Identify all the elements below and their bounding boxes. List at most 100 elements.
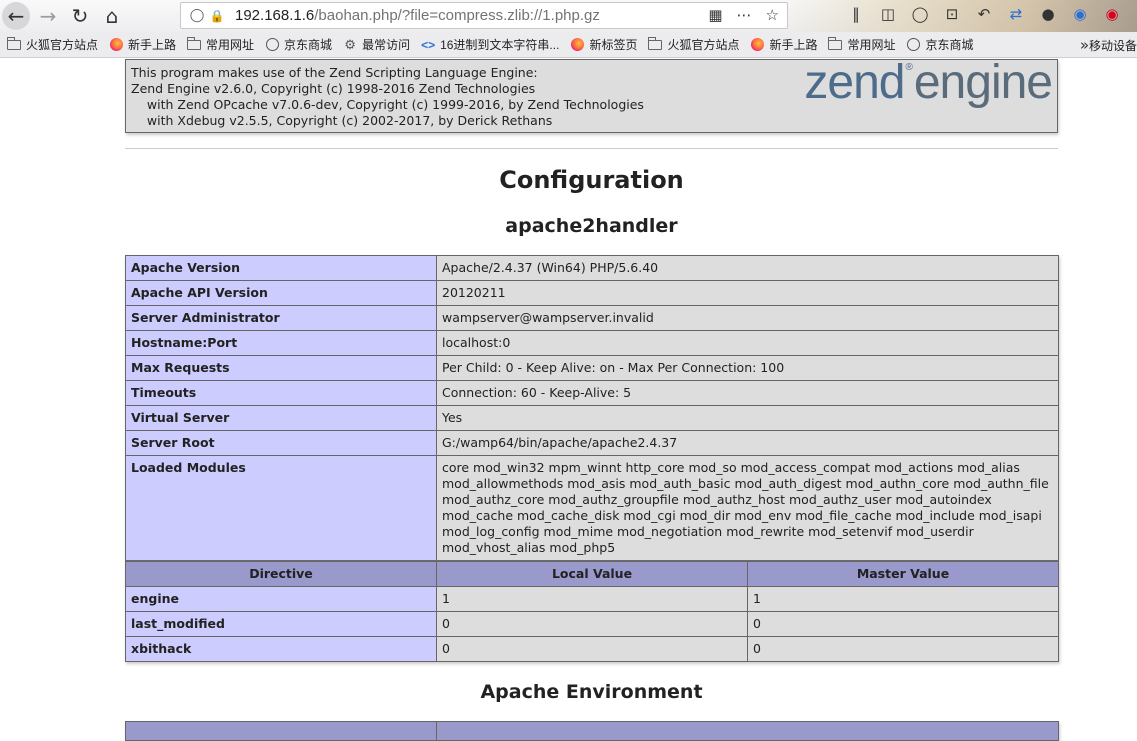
bookmark-item[interactable]: 新手上路 — [749, 36, 817, 53]
more-actions-icon[interactable]: ⋯ — [737, 6, 752, 24]
globe-icon — [264, 38, 280, 52]
heading-configuration: Configuration — [499, 166, 684, 194]
bookmark-label: 新手上路 — [128, 38, 177, 52]
sync-icon[interactable]: ◯ — [910, 5, 930, 23]
url-actions: ▦ ⋯ ☆ — [708, 6, 779, 24]
bookmark-item[interactable]: <> 16进制到文本字符串... — [420, 36, 559, 53]
reload-button[interactable]: ↻ — [66, 2, 94, 30]
shield-icon[interactable]: ◯ — [187, 8, 207, 23]
qr-code-icon[interactable]: ▦ — [708, 6, 722, 24]
setting-name: Server Administrator — [125, 305, 437, 331]
zend-line: This program makes use of the Zend Scrip… — [131, 65, 538, 80]
table-row: last_modified 0 0 — [125, 611, 1059, 637]
setting-value: 20120211 — [436, 280, 1059, 306]
table-row: Apache API Version 20120211 — [125, 280, 1059, 306]
setting-name: Timeouts — [125, 380, 437, 406]
setting-name: Loaded Modules — [125, 455, 437, 561]
globe-icon — [906, 38, 922, 52]
table-row: Apache Version Apache/2.4.37 (Win64) PHP/… — [125, 255, 1059, 281]
bookmark-item[interactable]: 常用网址 — [827, 36, 896, 53]
folder-icon — [6, 36, 22, 52]
zend-line: Zend Engine v2.6.0, Copyright (c) 1998-2… — [131, 81, 536, 96]
library-icon[interactable]: ‖ — [846, 5, 866, 23]
back-button[interactable]: ← — [2, 2, 30, 30]
extension-icon-3[interactable]: ◉ — [1102, 5, 1122, 23]
bookmark-mobile[interactable]: 移动设备 — [1089, 37, 1137, 54]
logo-zend: zend — [804, 56, 905, 109]
bookmark-item[interactable]: 火狐官方站点 — [6, 36, 98, 53]
url-host: 192.168.1.6 — [235, 7, 315, 24]
crop-icon[interactable]: ⊡ — [942, 5, 962, 23]
bookmark-label: 京东商城 — [925, 38, 974, 52]
setting-name: Apache API Version — [125, 280, 437, 306]
url-path: /baohan.php/?file=compress.zlib://1.php.… — [314, 7, 600, 24]
bookmark-label: 新标签页 — [589, 38, 638, 52]
bookmark-item[interactable]: 常用网址 — [186, 36, 254, 53]
column-header: Directive — [125, 561, 437, 587]
setting-value: Connection: 60 - Keep-Alive: 5 — [436, 380, 1059, 406]
table-row: Max Requests Per Child: 0 - Keep Alive: o… — [125, 355, 1059, 381]
bookmark-star-icon[interactable]: ☆ — [766, 6, 779, 24]
bookmark-item[interactable]: ⚙ 最常访问 — [342, 36, 410, 53]
column-header-partial — [125, 721, 437, 741]
bookmark-label: 新手上路 — [769, 38, 818, 52]
setting-name: Apache Version — [125, 255, 437, 281]
heading-apache2handler: apache2handler — [505, 215, 678, 237]
reload-icon: ↻ — [71, 4, 89, 28]
master-value: 0 — [747, 636, 1059, 662]
url-text[interactable]: 192.168.1.6/baohan.php/?file=compress.zl… — [235, 7, 600, 24]
insecure-lock-icon[interactable]: 🔒 — [207, 9, 227, 23]
setting-name: Server Root — [125, 430, 437, 456]
directive-table: Directive Local Value Master Value engin… — [125, 561, 1059, 662]
bookmarks-overflow-icon[interactable]: » — [1080, 36, 1089, 54]
setting-value: Apache/2.4.37 (Win64) PHP/5.6.40 — [436, 255, 1059, 281]
sidebar-icon[interactable]: ◫ — [878, 5, 898, 23]
bookmark-item[interactable]: 京东商城 — [264, 36, 332, 53]
registered-icon: ® — [905, 62, 912, 73]
heading-apache-environment: Apache Environment — [480, 681, 703, 703]
bookmark-item[interactable]: 京东商城 — [906, 36, 974, 53]
table-row: Virtual Server Yes — [125, 405, 1059, 431]
bookmarks-bar: 火狐官方站点 新手上路 常用网址 京东商城 ⚙ 最常访问 <> 16进制到文本字符串... 新标… — [0, 32, 1137, 58]
setting-value: Yes — [436, 405, 1059, 431]
setting-name: Max Requests — [125, 355, 437, 381]
setting-value: core mod_win32 mpm_winnt http_core mod_s… — [436, 455, 1059, 561]
divider — [125, 148, 1058, 149]
table-row — [125, 721, 1059, 741]
extension-icon-2[interactable]: ◉ — [1070, 5, 1090, 23]
bookmark-item[interactable]: 火狐官方站点 — [647, 36, 739, 53]
bookmark-label: 最常访问 — [362, 38, 411, 52]
gear-icon: ⚙ — [344, 36, 356, 52]
column-header: Local Value — [436, 561, 748, 587]
local-value: 1 — [436, 586, 748, 612]
bookmark-label: 16进制到文本字符串... — [440, 38, 560, 52]
repeat-icon[interactable]: ⇄ — [1006, 5, 1026, 23]
back-arrow-icon: ← — [7, 4, 25, 28]
bookmark-label: 京东商城 — [284, 38, 333, 52]
code-icon: <> — [421, 37, 436, 52]
bookmark-item[interactable]: 新标签页 — [569, 36, 637, 53]
folder-icon — [186, 36, 202, 52]
undo-icon[interactable]: ↶ — [974, 5, 994, 23]
bookmark-label: 常用网址 — [847, 38, 896, 52]
column-header: Master Value — [747, 561, 1059, 587]
setting-name: Virtual Server — [125, 405, 437, 431]
forward-button[interactable]: → — [34, 2, 62, 30]
directive-header-row: Directive Local Value Master Value — [125, 561, 1059, 587]
browser-toolbar: ← → ↻ ⌂ ◯ 🔒 192.168.1.6/baohan.php/?file… — [0, 0, 1137, 58]
home-button[interactable]: ⌂ — [98, 2, 126, 30]
zend-line: with Xdebug v2.5.5, Copyright (c) 2002-2… — [131, 113, 553, 128]
table-row: Loaded Modules core mod_win32 mpm_winnt h… — [125, 455, 1059, 561]
directive-name: xbithack — [125, 636, 437, 662]
apache-environment-table — [125, 721, 1059, 741]
zend-line: with Zend OPcache v7.0.6-dev, Copyright … — [131, 97, 644, 112]
setting-name: Hostname:Port — [125, 330, 437, 356]
local-value: 0 — [436, 611, 748, 637]
url-bar[interactable]: ◯ 🔒 192.168.1.6/baohan.php/?file=compres… — [180, 2, 788, 29]
bookmark-item[interactable]: 新手上路 — [108, 36, 176, 53]
extension-icon[interactable]: ● — [1038, 5, 1058, 23]
setting-value: localhost:0 — [436, 330, 1059, 356]
firefox-icon — [569, 38, 585, 52]
logo-engine: engine — [913, 56, 1053, 109]
bookmark-label: 火狐官方站点 — [26, 38, 99, 52]
